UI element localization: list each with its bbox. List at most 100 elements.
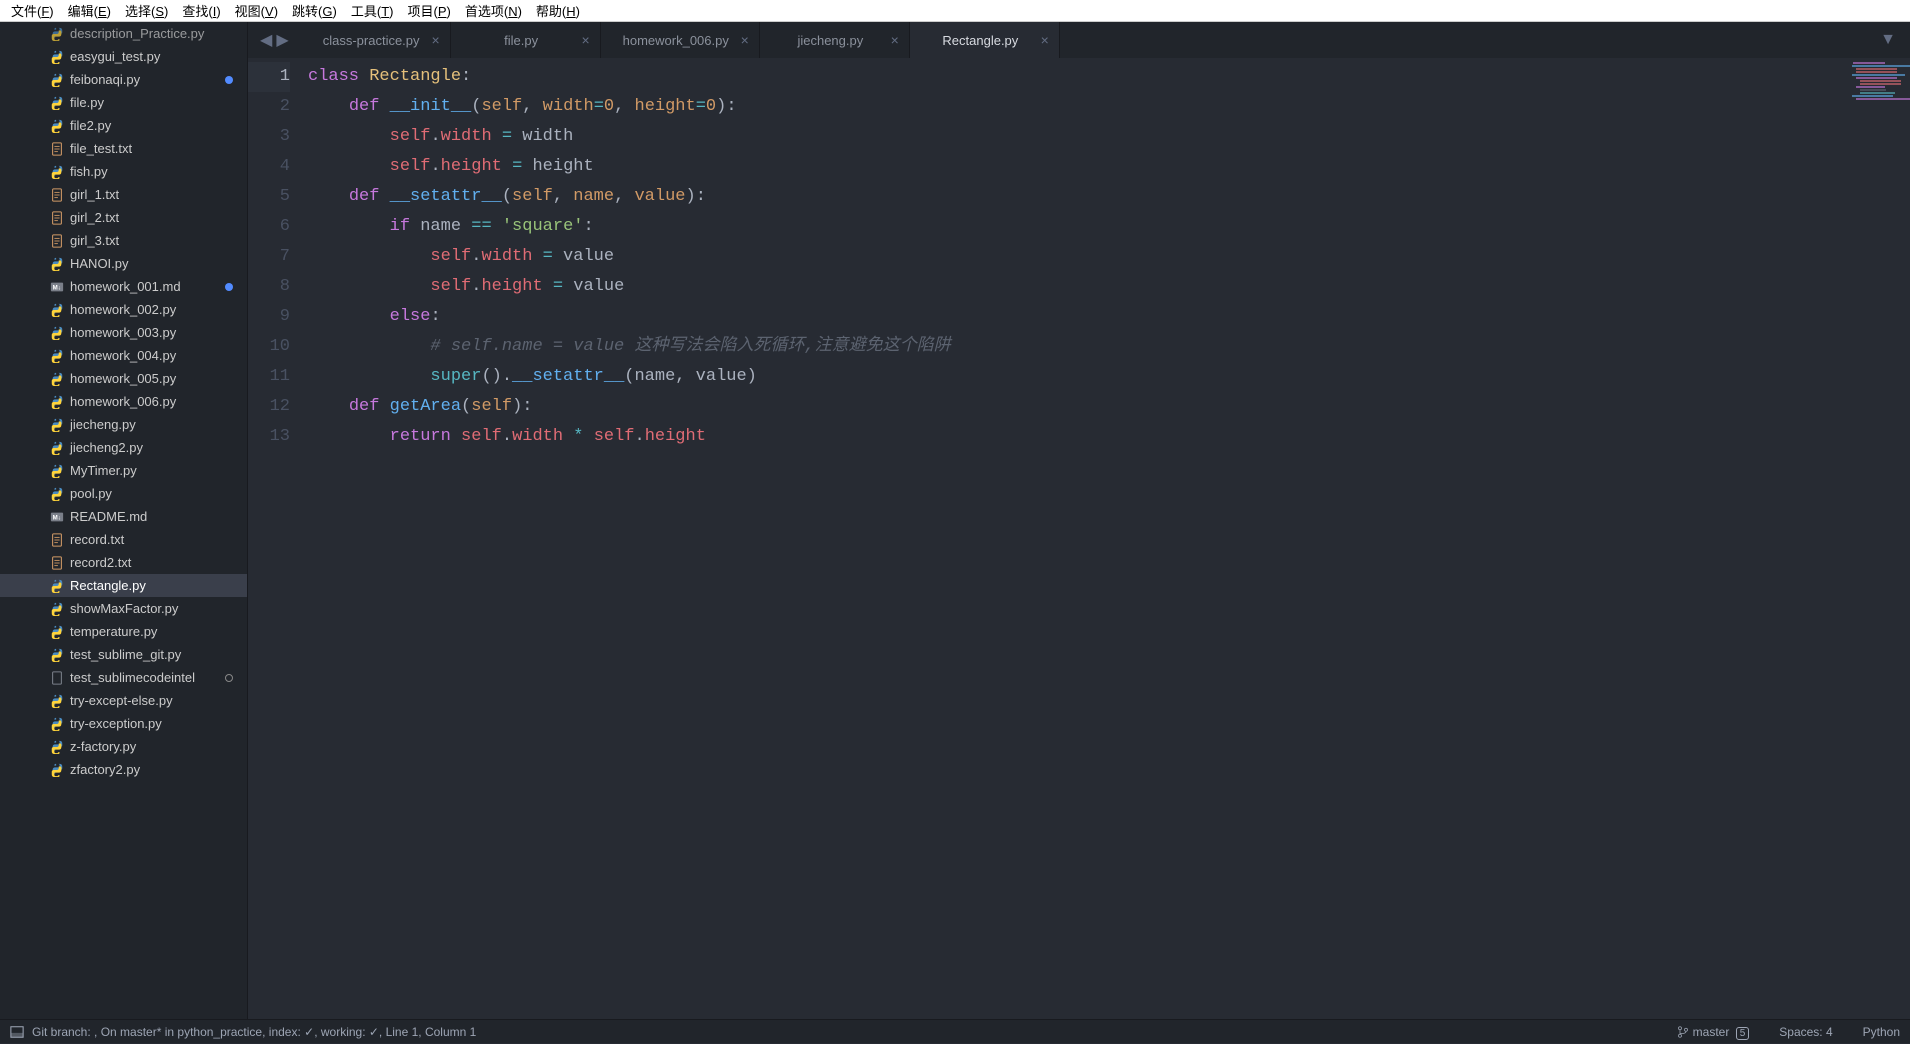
file-item[interactable]: homework_004.py xyxy=(0,344,247,367)
file-item[interactable]: test_sublime_git.py xyxy=(0,643,247,666)
file-item[interactable]: file2.py xyxy=(0,114,247,137)
svg-text:M↓: M↓ xyxy=(53,284,61,291)
file-item[interactable]: feibonaqi.py xyxy=(0,68,247,91)
python-file-icon xyxy=(50,326,64,340)
line-number[interactable]: 1 xyxy=(248,62,290,92)
file-item[interactable]: homework_006.py xyxy=(0,390,247,413)
file-item[interactable]: description_Practice.py xyxy=(0,22,247,45)
file-item[interactable]: jiecheng2.py xyxy=(0,436,247,459)
file-item[interactable]: z-factory.py xyxy=(0,735,247,758)
code-content[interactable]: class Rectangle: def __init__(self, widt… xyxy=(308,58,1910,1019)
code-line[interactable]: return self.width * self.height xyxy=(308,422,1910,452)
file-item[interactable]: easygui_test.py xyxy=(0,45,247,68)
close-icon[interactable]: × xyxy=(581,32,589,48)
menu-item[interactable]: 查找(I) xyxy=(175,1,227,20)
code-line[interactable]: self.height = height xyxy=(308,152,1910,182)
code-line[interactable]: def __init__(self, width=0, height=0): xyxy=(308,92,1910,122)
file-item[interactable]: M↓homework_001.md xyxy=(0,275,247,298)
panel-icon[interactable] xyxy=(10,1025,24,1039)
file-item[interactable]: M↓README.md xyxy=(0,505,247,528)
file-item[interactable]: pool.py xyxy=(0,482,247,505)
file-item[interactable]: girl_3.txt xyxy=(0,229,247,252)
main-area: description_Practice.pyeasygui_test.pyfe… xyxy=(0,22,1910,1019)
file-item[interactable]: Rectangle.py xyxy=(0,574,247,597)
code-line[interactable]: self.width = width xyxy=(308,122,1910,152)
menu-item[interactable]: 视图(V) xyxy=(228,1,285,20)
line-number[interactable]: 13 xyxy=(248,422,290,452)
file-item[interactable]: temperature.py xyxy=(0,620,247,643)
tab-history-nav[interactable]: ◀ ▶ xyxy=(248,22,301,58)
code-editor[interactable]: 12345678910111213 class Rectangle: def _… xyxy=(248,58,1910,1019)
minimap[interactable] xyxy=(1848,62,1908,122)
file-item[interactable]: girl_1.txt xyxy=(0,183,247,206)
nav-back-icon[interactable]: ◀ xyxy=(258,30,274,50)
file-item[interactable]: MyTimer.py xyxy=(0,459,247,482)
file-item[interactable]: file.py xyxy=(0,91,247,114)
indentation-status[interactable]: Spaces: 4 xyxy=(1779,1025,1832,1039)
file-item[interactable]: homework_005.py xyxy=(0,367,247,390)
tab-label: jiecheng.py xyxy=(797,33,863,48)
language-status[interactable]: Python xyxy=(1863,1025,1900,1039)
python-file-icon xyxy=(50,303,64,317)
file-item[interactable]: try-exception.py xyxy=(0,712,247,735)
file-name: showMaxFactor.py xyxy=(70,601,178,616)
line-number[interactable]: 10 xyxy=(248,332,290,362)
file-item[interactable]: fish.py xyxy=(0,160,247,183)
tab[interactable]: file.py× xyxy=(451,22,601,58)
line-number[interactable]: 5 xyxy=(248,182,290,212)
close-icon[interactable]: × xyxy=(431,32,439,48)
file-item[interactable]: homework_003.py xyxy=(0,321,247,344)
menu-item[interactable]: 选择(S) xyxy=(118,1,175,20)
nav-forward-icon[interactable]: ▶ xyxy=(274,30,290,50)
tab[interactable]: homework_006.py× xyxy=(601,22,760,58)
code-line[interactable]: super().__setattr__(name, value) xyxy=(308,362,1910,392)
code-line[interactable]: else: xyxy=(308,302,1910,332)
file-item[interactable]: zfactory2.py xyxy=(0,758,247,781)
line-number[interactable]: 7 xyxy=(248,242,290,272)
code-line[interactable]: self.width = value xyxy=(308,242,1910,272)
tab[interactable]: jiecheng.py × xyxy=(760,22,910,58)
file-item[interactable]: record2.txt xyxy=(0,551,247,574)
line-number[interactable]: 3 xyxy=(248,122,290,152)
line-number[interactable]: 9 xyxy=(248,302,290,332)
menu-item[interactable]: 编辑(E) xyxy=(61,1,118,20)
menu-item[interactable]: 工具(T) xyxy=(344,1,401,20)
code-line[interactable]: # self.name = value 这种写法会陷入死循环,注意避免这个陷阱 xyxy=(308,332,1910,362)
file-item[interactable]: record.txt xyxy=(0,528,247,551)
file-item[interactable]: file_test.txt xyxy=(0,137,247,160)
menu-item[interactable]: 首选项(N) xyxy=(458,1,529,20)
menu-item[interactable]: 文件(F) xyxy=(4,1,61,20)
line-number[interactable]: 11 xyxy=(248,362,290,392)
file-item[interactable]: try-except-else.py xyxy=(0,689,247,712)
tab[interactable]: Rectangle.py× xyxy=(910,22,1060,58)
modified-indicator xyxy=(225,76,233,84)
menu-item[interactable]: 帮助(H) xyxy=(529,1,587,20)
code-line[interactable]: class Rectangle: xyxy=(308,62,1910,92)
file-item[interactable]: jiecheng.py xyxy=(0,413,247,436)
code-line[interactable]: if name == 'square': xyxy=(308,212,1910,242)
line-number[interactable]: 2 xyxy=(248,92,290,122)
line-gutter[interactable]: 12345678910111213 xyxy=(248,58,308,1019)
file-item[interactable]: HANOI.py xyxy=(0,252,247,275)
line-number[interactable]: 6 xyxy=(248,212,290,242)
markdown-file-icon: M↓ xyxy=(50,280,64,294)
line-number[interactable]: 8 xyxy=(248,272,290,302)
line-number[interactable]: 4 xyxy=(248,152,290,182)
close-icon[interactable]: × xyxy=(1041,32,1049,48)
python-file-icon xyxy=(50,50,64,64)
line-number[interactable]: 12 xyxy=(248,392,290,422)
file-item[interactable]: homework_002.py xyxy=(0,298,247,321)
tab-overflow-button[interactable]: ▼ xyxy=(1866,22,1910,58)
file-item[interactable]: showMaxFactor.py xyxy=(0,597,247,620)
menu-item[interactable]: 跳转(G) xyxy=(285,1,344,20)
close-icon[interactable]: × xyxy=(741,32,749,48)
git-branch-status[interactable]: master 5 xyxy=(1677,1025,1749,1039)
code-line[interactable]: def __setattr__(self, name, value): xyxy=(308,182,1910,212)
code-line[interactable]: self.height = value xyxy=(308,272,1910,302)
close-icon[interactable]: × xyxy=(891,32,899,48)
tab[interactable]: class-practice.py× xyxy=(301,22,451,58)
code-line[interactable]: def getArea(self): xyxy=(308,392,1910,422)
file-item[interactable]: girl_2.txt xyxy=(0,206,247,229)
file-item[interactable]: test_sublimecodeintel xyxy=(0,666,247,689)
menu-item[interactable]: 项目(P) xyxy=(400,1,457,20)
